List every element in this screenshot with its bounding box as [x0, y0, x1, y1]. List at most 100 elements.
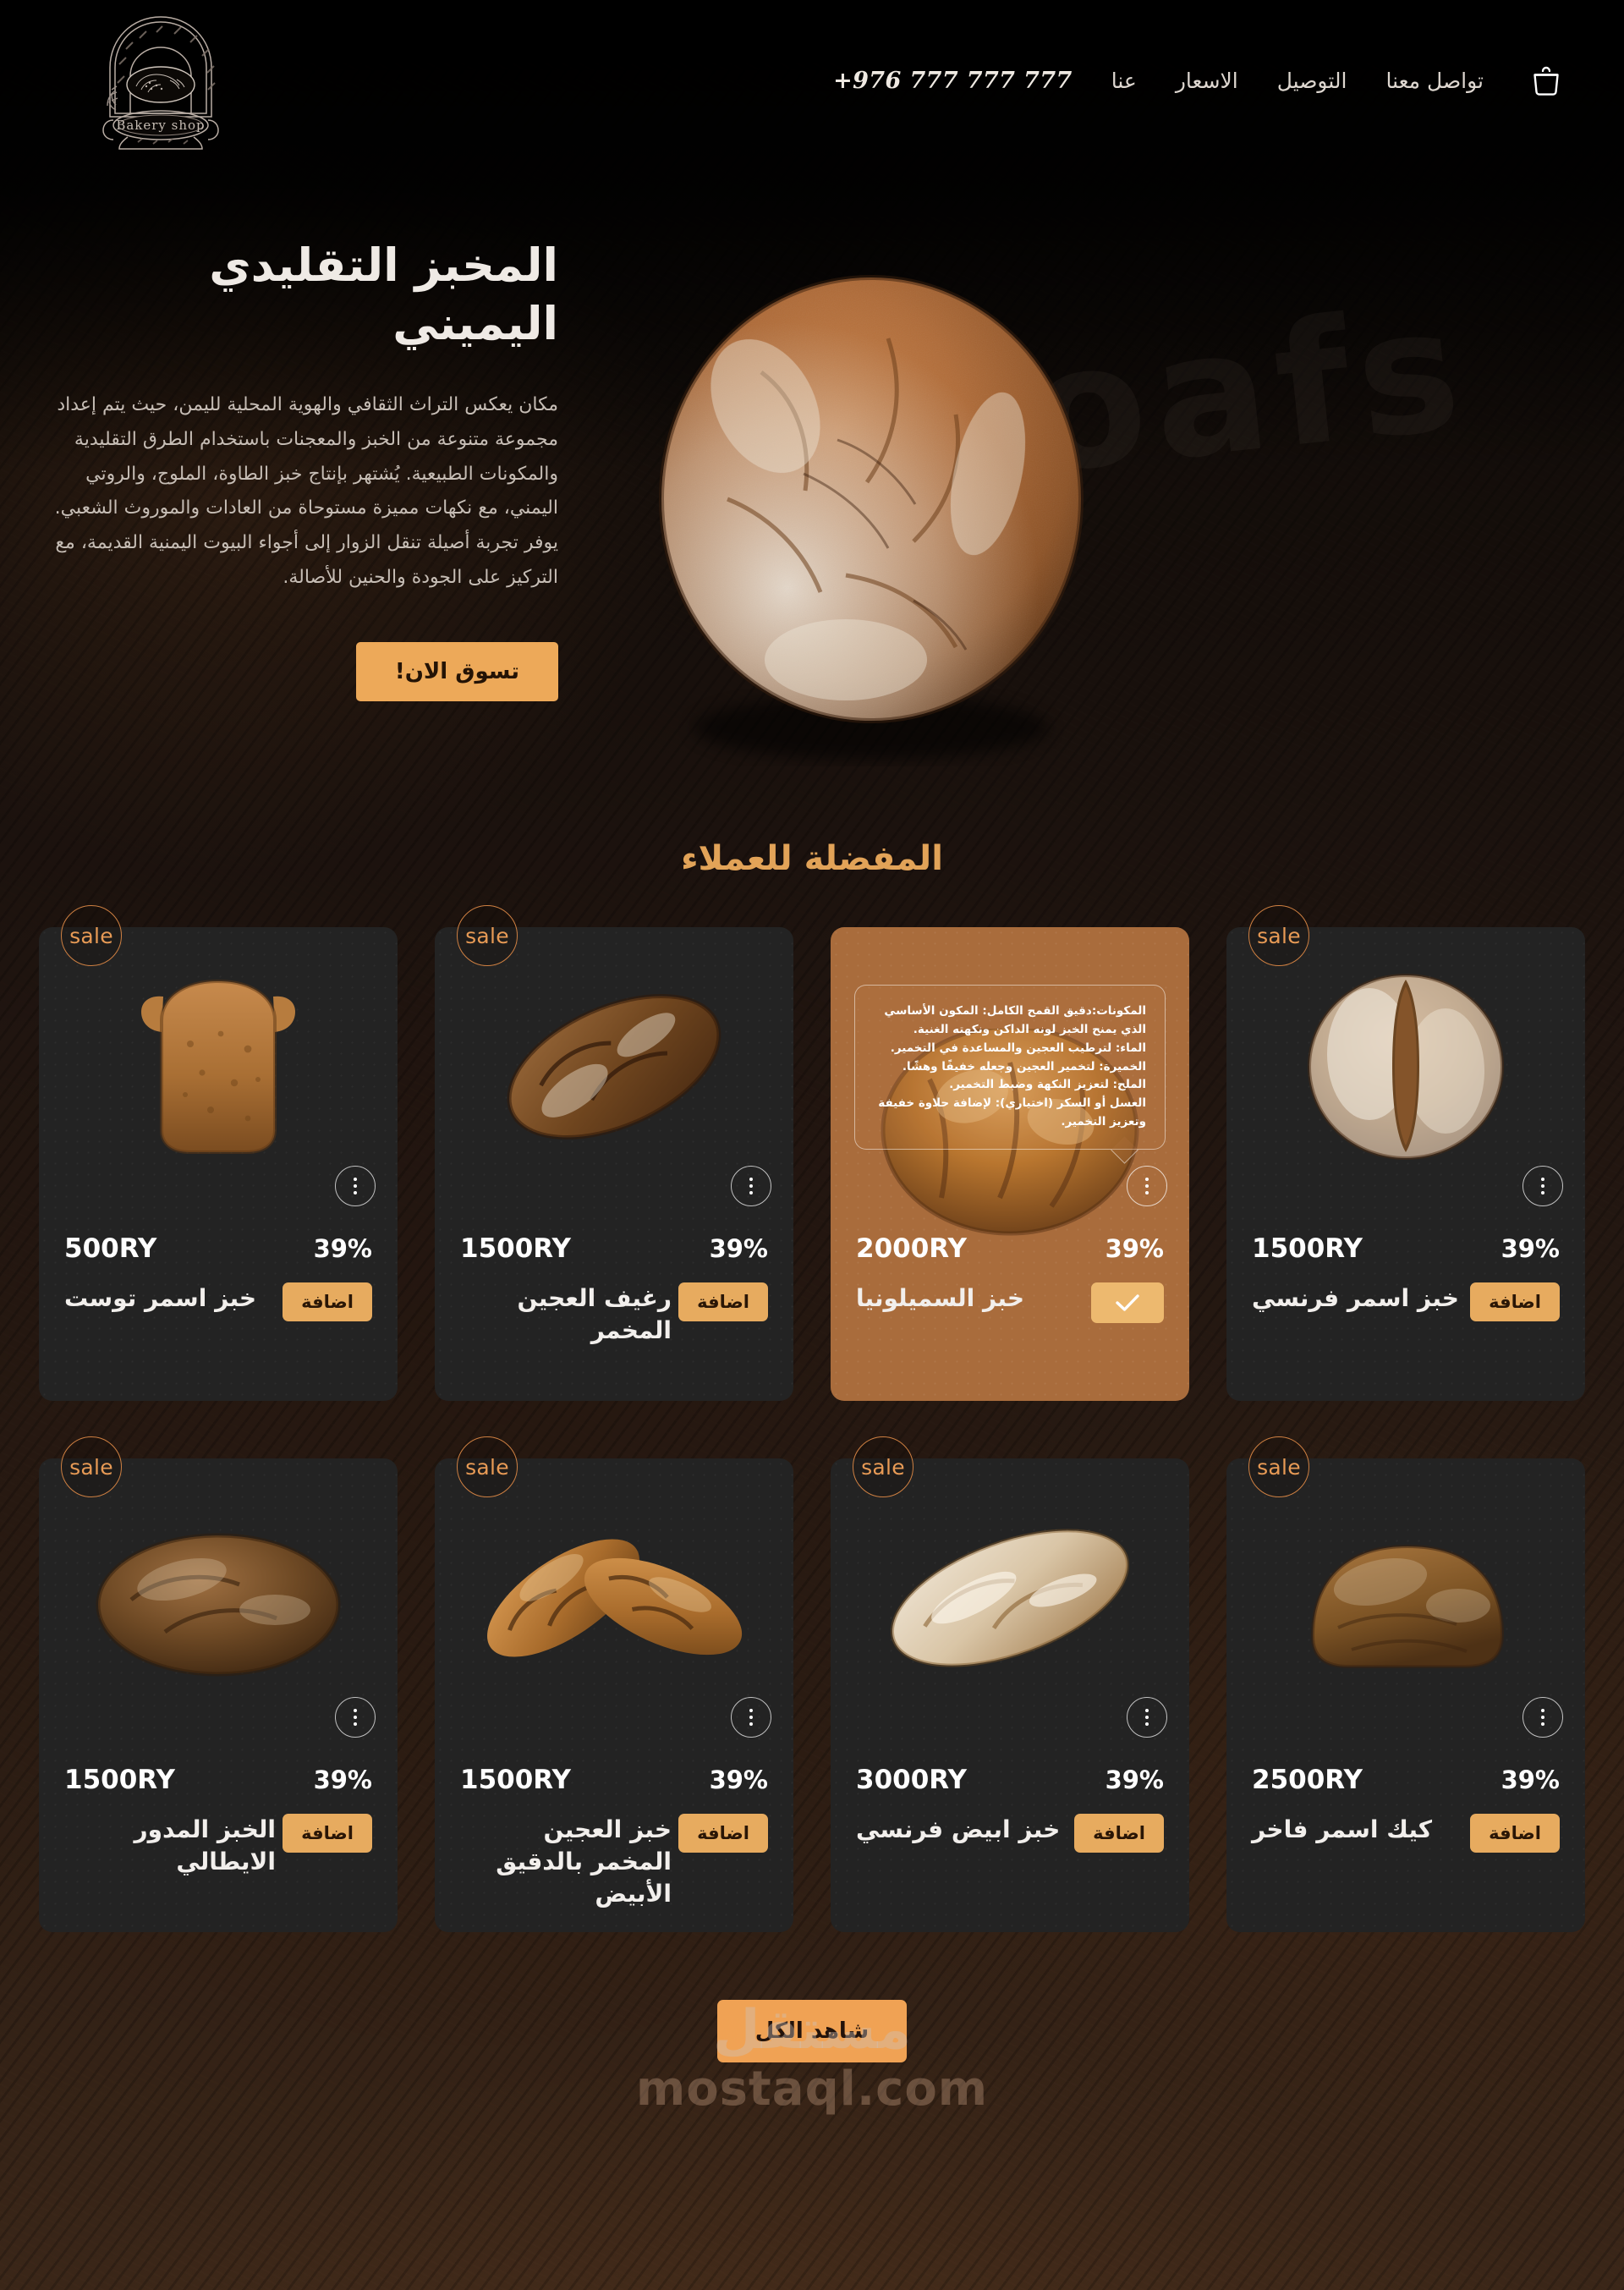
product-card[interactable]: sale	[1226, 905, 1585, 1401]
view-all-button[interactable]: شاهد الكل	[717, 2000, 907, 2062]
site-header: تواصل معنا التوصيل الاسعار عنا +976 777 …	[0, 0, 1624, 161]
vertical-dots-icon	[354, 1178, 357, 1181]
card-meta: 39% 3000RY	[831, 1765, 1189, 1795]
tooltip-line: الخميرة: لتخمير العجين وجعله خفيفًا وهشً…	[902, 1059, 1146, 1074]
discount-value: 39%	[1105, 1234, 1164, 1263]
price-value: 1500RY	[460, 1765, 571, 1795]
hero-section: loafs المخبز التقليدي اليميني مكان يعكس …	[0, 161, 1624, 804]
tooltip-line: العسل أو السكر (اختياري): لإضافة حلاوة خ…	[878, 1096, 1146, 1129]
tooltip-line: الماء: لترطيب العجين والمساعدة في التخمي…	[890, 1041, 1146, 1055]
sale-badge[interactable]: sale	[457, 1436, 518, 1497]
card-bottom: اضافة كيك اسمر فاخر	[1226, 1814, 1585, 1853]
card-surface	[1226, 927, 1585, 1401]
product-card[interactable]: sale	[1226, 1436, 1585, 1932]
product-info-button[interactable]	[335, 1166, 376, 1206]
price-value: 1500RY	[1252, 1233, 1363, 1264]
price-value: 500RY	[64, 1233, 157, 1264]
card-meta: 39% 1500RY	[435, 1233, 793, 1264]
nav-item-about[interactable]: عنا	[1111, 69, 1137, 93]
price-value: 2000RY	[856, 1233, 967, 1264]
add-to-cart-button[interactable]: اضافة	[678, 1814, 768, 1853]
discount-value: 39%	[709, 1766, 768, 1794]
sale-badge[interactable]: sale	[457, 905, 518, 966]
product-grid: sale 39% 1500RY اضافة خبز اسمر فرنسي الم…	[0, 905, 1624, 1983]
product-card[interactable]: sale	[435, 1436, 793, 1932]
header-phone[interactable]: +976 777 777 777	[833, 68, 1073, 94]
card-surface	[831, 1458, 1189, 1932]
hero-copy: المخبز التقليدي اليميني مكان يعكس التراث…	[51, 195, 558, 702]
added-to-cart-button[interactable]	[1091, 1282, 1164, 1323]
product-card[interactable]: sale	[39, 905, 398, 1401]
vertical-dots-icon	[749, 1178, 753, 1181]
vertical-dots-icon	[1145, 1178, 1149, 1181]
add-to-cart-button[interactable]: اضافة	[1074, 1814, 1164, 1853]
product-card[interactable]: sale	[435, 905, 793, 1401]
card-bottom: اضافة خبز العجين المخمر بالدقيق الأبيض	[435, 1814, 793, 1910]
shop-now-button[interactable]: تسوق الان!	[355, 642, 558, 702]
bakery-oven-emblem-icon: Bakery shop	[102, 16, 219, 150]
card-meta: 39% 1500RY	[1226, 1233, 1585, 1264]
add-to-cart-button[interactable]: اضافة	[1470, 1282, 1560, 1321]
ingredients-tooltip: المكونات:دقيق القمح الكامل: المكون الأسا…	[854, 985, 1166, 1150]
add-to-cart-button[interactable]: اضافة	[1470, 1814, 1560, 1853]
watermark-latin: mostaql.com	[635, 2062, 989, 2117]
card-surface	[1226, 1458, 1585, 1932]
product-card[interactable]: المكونات:دقيق القمح الكامل: المكون الأسا…	[831, 927, 1189, 1401]
vertical-dots-icon	[1541, 1709, 1544, 1712]
add-to-cart-button[interactable]: اضافة	[283, 1282, 372, 1321]
card-surface	[39, 927, 398, 1401]
page-root: تواصل معنا التوصيل الاسعار عنا +976 777 …	[0, 0, 1624, 2290]
shopping-bag-icon	[1533, 66, 1559, 96]
discount-value: 39%	[313, 1766, 372, 1794]
product-info-button[interactable]	[1127, 1166, 1167, 1206]
card-meta: 39% 1500RY	[435, 1765, 793, 1795]
price-value: 1500RY	[64, 1765, 175, 1795]
product-info-button[interactable]	[1127, 1697, 1167, 1738]
hero-title: المخبز التقليدي اليميني	[209, 239, 558, 350]
add-to-cart-button[interactable]: اضافة	[283, 1814, 372, 1853]
product-card[interactable]: sale	[831, 1436, 1189, 1932]
vertical-dots-icon	[1145, 1709, 1149, 1712]
card-bottom: اضافة خبز اسمر فرنسي	[1226, 1282, 1585, 1321]
add-to-cart-button[interactable]: اضافة	[678, 1282, 768, 1321]
product-info-button[interactable]	[1522, 1697, 1563, 1738]
discount-value: 39%	[709, 1234, 768, 1263]
tooltip-line: الملح: لتعزيز النكهة وضبط التخمير.	[949, 1078, 1146, 1092]
card-meta: 39% 2500RY	[1226, 1765, 1585, 1795]
discount-value: 39%	[1501, 1766, 1560, 1794]
vertical-dots-icon	[354, 1709, 357, 1712]
discount-value: 39%	[1501, 1234, 1560, 1263]
card-meta: 39% 2000RY	[831, 1233, 1189, 1264]
sale-badge[interactable]: sale	[853, 1436, 914, 1497]
product-name: خبز ابيض فرنسي	[856, 1815, 1061, 1843]
cart-button[interactable]	[1519, 53, 1573, 107]
site-logo[interactable]: Bakery shop	[76, 4, 245, 157]
discount-value: 39%	[313, 1234, 372, 1263]
sale-badge[interactable]: sale	[61, 905, 122, 966]
discount-value: 39%	[1105, 1766, 1164, 1794]
nav-item-delivery[interactable]: التوصيل	[1277, 69, 1347, 93]
product-card[interactable]: sale	[39, 1436, 398, 1932]
nav-item-prices[interactable]: الاسعار	[1176, 69, 1238, 93]
product-info-button[interactable]	[731, 1166, 771, 1206]
footer-area: مستقل mostaql.com شاهد الكل	[0, 1983, 1624, 2130]
price-value: 2500RY	[1252, 1765, 1363, 1795]
product-info-button[interactable]	[1522, 1166, 1563, 1206]
sale-badge[interactable]: sale	[1248, 905, 1309, 966]
vertical-dots-icon	[749, 1709, 753, 1712]
svg-text:Bakery shop: Bakery shop	[116, 118, 205, 133]
sale-badge[interactable]: sale	[1248, 1436, 1309, 1497]
card-meta: 39% 1500RY	[39, 1765, 398, 1795]
card-bottom: اضافة رغيف العجين المخمر	[435, 1282, 793, 1347]
tooltip-line: المكونات:دقيق القمح الكامل: المكون الأسا…	[884, 1004, 1146, 1036]
hero-description: مكان يعكس التراث الثقافي والهوية المحلية…	[54, 394, 558, 588]
card-bottom: اضافة خبز اسمر توست	[39, 1282, 398, 1321]
check-icon	[1116, 1294, 1139, 1311]
nav-item-contact[interactable]: تواصل معنا	[1385, 69, 1484, 93]
product-info-button[interactable]	[335, 1697, 376, 1738]
product-name: الخبز المدور الايطالي	[134, 1815, 276, 1876]
sale-badge[interactable]: sale	[61, 1436, 122, 1497]
product-info-button[interactable]	[731, 1697, 771, 1738]
vertical-dots-icon	[1541, 1178, 1544, 1181]
product-name: رغيف العجين المخمر	[517, 1284, 672, 1345]
